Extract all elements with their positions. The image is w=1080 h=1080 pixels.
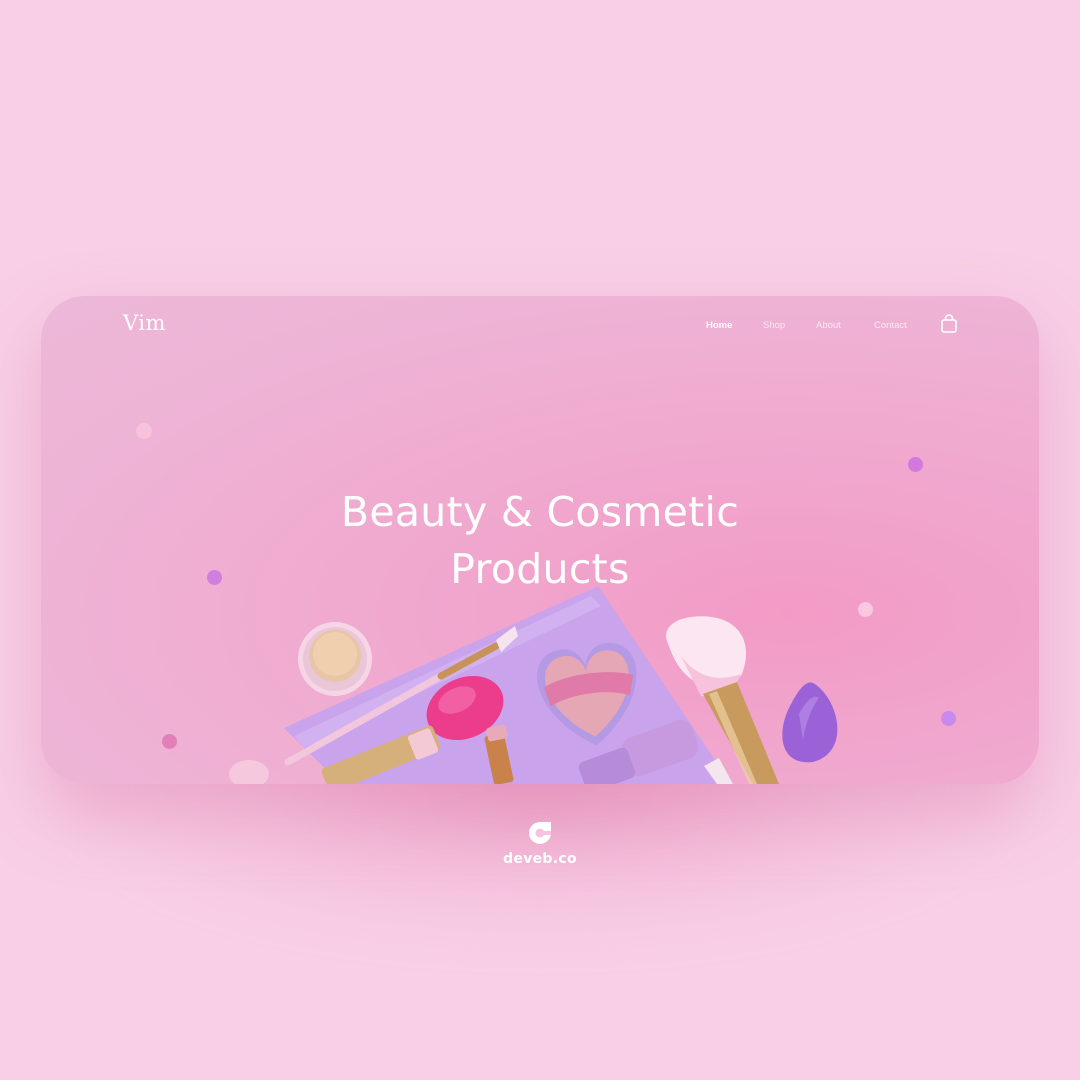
top-navigation: Vim Home Shop About Contact	[41, 296, 1039, 356]
nav-item-shop[interactable]: Shop	[763, 320, 785, 331]
brand-logo[interactable]: Vim	[123, 311, 166, 335]
hero-title: Beauty & Cosmetic Products	[41, 484, 1039, 598]
decor-dot	[908, 457, 923, 472]
concealer-jar	[298, 622, 372, 696]
decor-dot	[136, 423, 152, 439]
website-hero-card: Vim Home Shop About Contact Beauty & Cos…	[41, 296, 1039, 784]
deveb-logo-icon	[529, 822, 551, 844]
nav-item-home[interactable]: Home	[706, 320, 732, 331]
purple-sponge	[782, 682, 838, 763]
hero-title-line-1: Beauty & Cosmetic	[340, 488, 740, 536]
hero-title-line-2: Products	[450, 545, 630, 593]
decor-dot	[941, 711, 956, 726]
footer-brand-text[interactable]: deveb.co	[490, 851, 590, 867]
decor-dot	[162, 734, 177, 749]
nav-item-contact[interactable]: Contact	[874, 320, 907, 331]
footer-brand: deveb.co	[490, 820, 590, 867]
small-brush-head	[229, 760, 269, 784]
shopping-bag-icon[interactable]	[939, 314, 959, 334]
decor-dot	[858, 602, 873, 617]
nav-item-about[interactable]: About	[816, 320, 841, 331]
